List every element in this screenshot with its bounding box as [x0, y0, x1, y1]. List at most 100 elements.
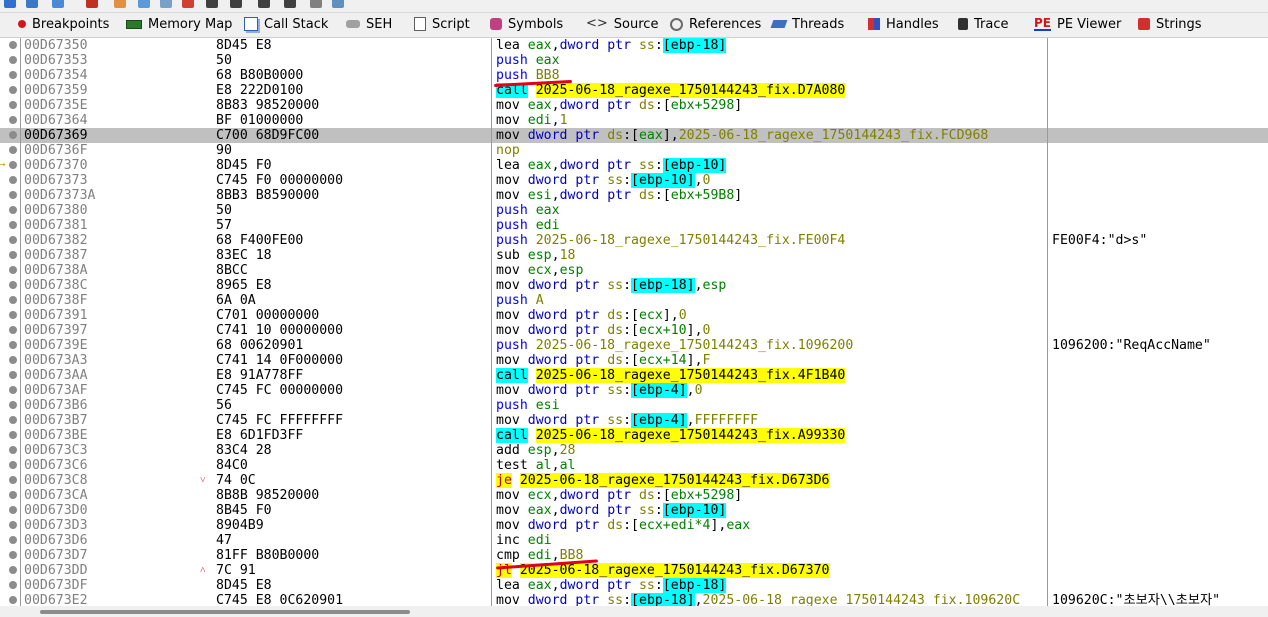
disassembly-text[interactable]: nop — [496, 143, 520, 158]
breakpoint-toggle-dot[interactable] — [9, 251, 17, 259]
tab-symbols[interactable]: Symbols — [490, 14, 563, 36]
instruction-row[interactable]: 00D673D0 8B45 F0 mov eax,dword ptr ss:[ebp… — [0, 503, 1268, 518]
disassembly-text[interactable]: mov dword ptr ds:[ecx+edi*4],eax — [496, 518, 750, 533]
column-divider-disassembly[interactable] — [491, 38, 492, 606]
instruction-row[interactable]: 00D6739E 68 00620901 push 2025-06-18_ragex… — [0, 338, 1268, 353]
disassembly-listing[interactable]: 00D67350 8D45 E8 lea eax,dword ptr ss:[ebp… — [0, 38, 1268, 606]
column-divider-comments[interactable] — [1047, 38, 1048, 606]
instruction-address[interactable]: 00D673CA — [24, 488, 88, 503]
breakpoint-toggle-dot[interactable] — [9, 341, 17, 349]
instruction-row[interactable]: 00D673DD ˄ 7C 91 jl 2025-06-18_ragexe_17501… — [0, 563, 1268, 578]
instruction-row[interactable]: 00D673BE E8 6D1FD3FF call 2025-06-18_ragex… — [0, 428, 1268, 443]
instruction-address[interactable]: 00D67380 — [24, 203, 88, 218]
disassembly-text[interactable]: inc edi — [496, 533, 552, 548]
instruction-address[interactable]: 00D673E2 — [24, 593, 88, 606]
breakpoint-toggle-dot[interactable] — [9, 536, 17, 544]
instruction-address[interactable]: 00D673A3 — [24, 353, 88, 368]
instruction-row[interactable]: 00D67354 68 B80B0000 push BB8 — [0, 68, 1268, 83]
instruction-address[interactable]: 00D673C6 — [24, 458, 88, 473]
tab-strings[interactable]: Strings — [1138, 14, 1202, 36]
disassembly-text[interactable]: test al,al — [496, 458, 575, 473]
disassembly-text[interactable]: mov dword ptr ss:[ebp-4],0 — [496, 383, 703, 398]
instruction-address[interactable]: 00D67373A — [24, 188, 95, 203]
instruction-address[interactable]: 00D673D0 — [24, 503, 88, 518]
breakpoint-toggle-dot[interactable] — [9, 191, 17, 199]
instruction-row[interactable]: 00D673A3 C741 14 0F000000 mov dword ptr ds… — [0, 353, 1268, 368]
instruction-row[interactable]: 00D6738A 8BCC mov ecx,esp — [0, 263, 1268, 278]
breakpoint-toggle-dot[interactable] — [9, 431, 17, 439]
breakpoint-toggle-dot[interactable] — [9, 476, 17, 484]
instruction-address[interactable]: 00D67381 — [24, 218, 88, 233]
breakpoint-toggle-dot[interactable] — [9, 311, 17, 319]
breakpoint-toggle-dot[interactable] — [9, 446, 17, 454]
instruction-address[interactable]: 00D67370 — [24, 158, 88, 173]
breakpoint-toggle-dot[interactable] — [9, 356, 17, 364]
instruction-address[interactable]: 00D673D3 — [24, 518, 88, 533]
instruction-row[interactable]: 00D673D6 47 inc edi — [0, 533, 1268, 548]
breakpoint-toggle-dot[interactable] — [9, 71, 17, 79]
breakpoint-toggle-dot[interactable] — [9, 146, 17, 154]
column-divider-bytes[interactable] — [20, 38, 21, 606]
instruction-address[interactable]: 00D67350 — [24, 38, 88, 53]
tag-icon[interactable] — [160, 0, 172, 8]
disassembly-text[interactable]: push A — [496, 293, 544, 308]
disassembly-text[interactable]: push esi — [496, 398, 560, 413]
breakpoint-toggle-dot[interactable] — [9, 176, 17, 184]
instruction-row[interactable]: 00D673CA 8B8B 98520000 mov ecx,dword ptr d… — [0, 488, 1268, 503]
instruction-row[interactable]: 00D67364 BF 01000000 mov edi,1 — [0, 113, 1268, 128]
instruction-address[interactable]: 00D67382 — [24, 233, 88, 248]
instruction-row[interactable]: 00D6738F 6A 0A push A — [0, 293, 1268, 308]
instruction-address[interactable]: 00D673D7 — [24, 548, 88, 563]
breakpoint-toggle-dot[interactable] — [9, 296, 17, 304]
instruction-row[interactable]: 00D673B7 C745 FC FFFFFFFF mov dword ptr ss… — [0, 413, 1268, 428]
instruction-address[interactable]: 00D6735E — [24, 98, 88, 113]
bookmark-icon[interactable] — [182, 0, 194, 8]
link-icon[interactable] — [138, 0, 150, 8]
disassembly-text[interactable]: mov dword ptr ds:[ecx+14],F — [496, 353, 710, 368]
instruction-address[interactable]: 00D673AA — [24, 368, 88, 383]
instruction-row[interactable]: 00D673E2 C745 E8 0C620901 mov dword ptr ss… — [0, 593, 1268, 606]
tab-script[interactable]: Script — [414, 14, 470, 36]
disassembly-text[interactable]: lea eax,dword ptr ss:[ebp-10] — [496, 158, 727, 173]
horizontal-scrollbar-thumb[interactable] — [40, 610, 410, 614]
instruction-address[interactable]: 00D673DD — [24, 563, 88, 578]
instruction-address[interactable]: 00D673AF — [24, 383, 88, 398]
disassembly-text[interactable]: mov ecx,esp — [496, 263, 583, 278]
breakpoint-toggle-dot[interactable] — [9, 506, 17, 514]
instruction-row[interactable]: 00D6735E 8B83 98520000 mov eax,dword ptr d… — [0, 98, 1268, 113]
instruction-row[interactable]: 00D673AA E8 91A778FF call 2025-06-18_ragex… — [0, 368, 1268, 383]
disassembly-text[interactable]: mov esi,dword ptr ds:[ebx+59B8] — [496, 188, 742, 203]
instruction-address[interactable]: 00D67364 — [24, 113, 88, 128]
disassembly-text[interactable]: mov edi,1 — [496, 113, 568, 128]
instruction-address[interactable]: 00D67353 — [24, 53, 88, 68]
disassembly-text[interactable]: je 2025-06-18_ragexe_1750144243_fix.D673… — [496, 473, 830, 488]
instruction-address[interactable]: 00D6736F — [24, 143, 88, 158]
stop-icon[interactable] — [86, 0, 98, 8]
list-icon[interactable] — [284, 0, 296, 8]
breakpoint-toggle-dot[interactable] — [9, 581, 17, 589]
function-icon[interactable] — [206, 0, 218, 8]
tab-threads[interactable]: Threads — [770, 14, 844, 36]
tab-handles[interactable]: Handles — [868, 14, 939, 36]
disassembly-text[interactable]: add esp,28 — [496, 443, 575, 458]
breakpoint-toggle-dot[interactable] — [9, 116, 17, 124]
instruction-row[interactable]: 00D67387 83EC 18 sub esp,18 — [0, 248, 1268, 263]
instruction-address[interactable]: 00D67391 — [24, 308, 88, 323]
instruction-address[interactable]: 00D673B7 — [24, 413, 88, 428]
instruction-address[interactable]: 00D673B6 — [24, 398, 88, 413]
instruction-address[interactable]: 00D6738F — [24, 293, 88, 308]
hash-icon[interactable] — [230, 0, 242, 8]
disassembly-text[interactable]: call 2025-06-18_ragexe_1750144243_fix.A9… — [496, 428, 846, 443]
instruction-row[interactable]: 00D673D3 8904B9 mov dword ptr ds:[ecx+edi*… — [0, 518, 1268, 533]
instruction-address[interactable]: 00D67397 — [24, 323, 88, 338]
disassembly-text[interactable]: push 2025-06-18_ragexe_1750144243_fix.10… — [496, 338, 853, 353]
horizontal-scrollbar[interactable] — [0, 606, 1268, 617]
instruction-row[interactable]: 00D67359 E8 222D0100 call 2025-06-18_ragex… — [0, 83, 1268, 98]
instruction-address[interactable]: 00D67354 — [24, 68, 88, 83]
instruction-row[interactable]: 00D673C3 83C4 28 add esp,28 — [0, 443, 1268, 458]
restart-icon[interactable] — [4, 0, 16, 8]
disassembly-text[interactable]: lea eax,dword ptr ss:[ebp-18] — [496, 578, 727, 593]
instruction-address[interactable]: 00D67369 — [24, 128, 88, 143]
disassembly-text[interactable]: push edi — [496, 218, 560, 233]
step-over-icon[interactable] — [26, 0, 38, 8]
